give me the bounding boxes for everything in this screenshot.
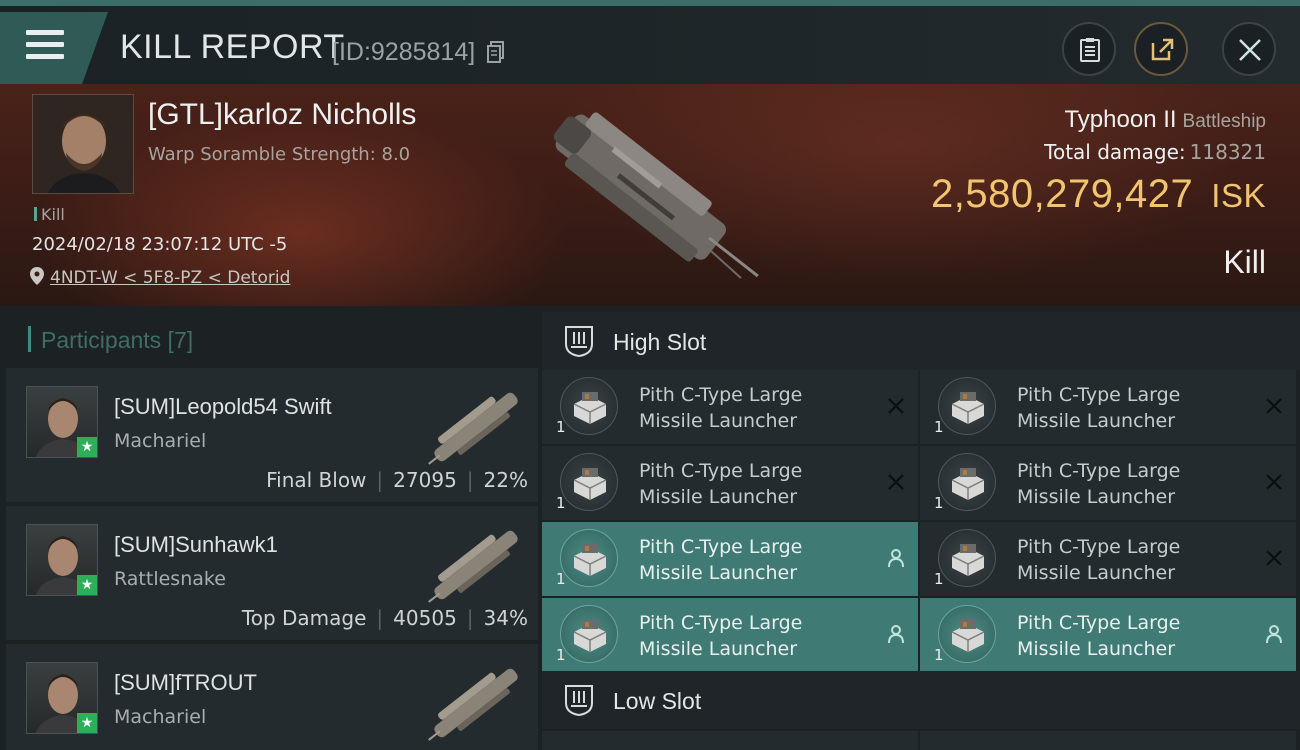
victim-avatar[interactable]	[32, 94, 134, 194]
participant-card[interactable]: ★ [SUM]fTROUT Machariel	[6, 644, 538, 750]
low-slot-module-partial[interactable]	[920, 731, 1296, 750]
high-slot-module[interactable]: 1 Pith C-Type Large Missile Launcher	[542, 446, 918, 520]
module-name: Pith C-Type Large Missile Launcher	[1017, 460, 1181, 508]
copy-icon[interactable]	[486, 40, 506, 64]
person-icon	[888, 625, 904, 644]
participant-ship-image	[416, 648, 536, 750]
missile-launcher-icon	[560, 529, 618, 587]
destroyed-x-icon	[888, 398, 904, 414]
victim-ship-name[interactable]: Typhoon II Battleship	[1064, 106, 1266, 134]
high-slot-module[interactable]: 1 Pith C-Type Large Missile Launcher	[542, 598, 918, 672]
participants-title: Participants [7]	[28, 326, 193, 354]
participant-stats: Top Damage | 40505 | 34%	[241, 606, 528, 630]
participant-ship-image	[428, 668, 518, 741]
missile-launcher-icon	[560, 605, 618, 663]
participant-ship-image	[428, 392, 518, 465]
participant-ship: Rattlesnake	[114, 568, 226, 590]
high-slot-title: High Slot	[613, 329, 707, 355]
module-name: Pith C-Type Large Missile Launcher	[1017, 612, 1181, 660]
location-pin-icon	[30, 267, 44, 285]
participant-name[interactable]: [SUM]fTROUT	[114, 670, 257, 696]
isk-value: 2,580,279,427 ISK	[930, 172, 1266, 216]
missile-launcher-icon	[560, 453, 618, 511]
high-slot-module[interactable]: 1 Pith C-Type Large Missile Launcher	[920, 446, 1296, 520]
high-slot-module[interactable]: 1 Pith C-Type Large Missile Launcher	[920, 522, 1296, 596]
participant-avatar[interactable]: ★	[26, 662, 98, 734]
high-slot-module[interactable]: 1 Pith C-Type Large Missile Launcher	[542, 522, 918, 596]
share-button[interactable]	[1134, 22, 1188, 76]
participant-ship-image	[428, 530, 518, 603]
star-icon: ★	[77, 575, 97, 595]
high-slot-header: High Slot	[542, 312, 1300, 370]
location-link[interactable]: 4NDT-W < 5F8-PZ < Detorid	[30, 267, 290, 288]
high-slot-icon	[565, 326, 593, 358]
module-quantity: 1	[934, 646, 944, 664]
module-quantity: 1	[934, 494, 944, 512]
missile-launcher-icon	[938, 377, 996, 435]
participant-ship: Machariel	[114, 430, 207, 452]
missile-launcher-icon	[938, 605, 996, 663]
kill-timestamp: 2024/02/18 23:07:12 UTC -5	[32, 234, 288, 255]
high-slot-module[interactable]: 1 Pith C-Type Large Missile Launcher	[920, 370, 1296, 444]
share-icon	[1151, 38, 1174, 61]
module-quantity: 1	[556, 418, 566, 436]
kill-tag: Kill	[34, 205, 65, 224]
missile-launcher-icon	[938, 529, 996, 587]
module-name: Pith C-Type Large Missile Launcher	[1017, 536, 1181, 584]
module-name: Pith C-Type Large Missile Launcher	[639, 460, 803, 508]
fitting-slots-panel: High Slot 1 Pith C-Type Large Missile La…	[542, 308, 1300, 750]
missile-launcher-icon	[938, 453, 996, 511]
kill-result: Kill	[1223, 244, 1266, 280]
missile-launcher-icon	[560, 377, 618, 435]
participant-name[interactable]: [SUM]Sunhawk1	[114, 532, 278, 558]
destroyed-x-icon	[1266, 398, 1282, 414]
participant-name[interactable]: [SUM]Leopold54 Swift	[114, 394, 332, 420]
participant-avatar[interactable]: ★	[26, 386, 98, 458]
victim-name[interactable]: [GTL]karloz Nicholls	[148, 98, 416, 132]
victim-banner: [GTL]karloz Nicholls Warp Soramble Stren…	[0, 84, 1300, 308]
hamburger-menu-icon[interactable]	[26, 30, 64, 60]
person-icon	[1266, 625, 1282, 644]
module-name: Pith C-Type Large Missile Launcher	[1017, 384, 1181, 432]
kill-report-header: KILL REPORT [ID:9285814]	[0, 0, 1300, 84]
page-title: KILL REPORT	[120, 28, 345, 66]
participant-card[interactable]: ★ [SUM]Sunhawk1 Rattlesnake Top Damage | 4…	[6, 506, 538, 640]
destroyed-x-icon	[888, 474, 904, 490]
star-icon: ★	[77, 437, 97, 457]
module-name: Pith C-Type Large Missile Launcher	[639, 536, 803, 584]
high-slot-module[interactable]: 1 Pith C-Type Large Missile Launcher	[920, 598, 1296, 672]
total-damage: Total damage: 118321	[1044, 140, 1266, 164]
close-icon	[1239, 39, 1261, 61]
destroyed-x-icon	[1266, 550, 1282, 566]
destroyed-x-icon	[1266, 474, 1282, 490]
person-icon	[888, 549, 904, 568]
participant-avatar[interactable]: ★	[26, 524, 98, 596]
clipboard-icon	[1080, 38, 1100, 62]
high-slot-module[interactable]: 1 Pith C-Type Large Missile Launcher	[542, 370, 918, 444]
close-button[interactable]	[1222, 22, 1276, 76]
module-quantity: 1	[934, 570, 944, 588]
low-slot-module-partial[interactable]	[542, 731, 918, 750]
victim-ship-image[interactable]	[500, 98, 790, 298]
module-quantity: 1	[556, 494, 566, 512]
low-slot-icon	[565, 685, 593, 717]
module-name: Pith C-Type Large Missile Launcher	[639, 612, 803, 660]
low-slot-title: Low Slot	[613, 688, 702, 714]
participants-panel: Participants [7] ★ [SUM]Leopold54 Swift …	[0, 308, 540, 750]
module-quantity: 1	[934, 418, 944, 436]
low-slot-header: Low Slot	[542, 671, 1300, 729]
participant-stats: Final Blow | 27095 | 22%	[266, 468, 528, 492]
kill-id: [ID:9285814]	[332, 38, 476, 66]
module-quantity: 1	[556, 646, 566, 664]
participant-ship: Machariel	[114, 706, 207, 728]
star-icon: ★	[77, 713, 97, 733]
warp-scramble-strength: Warp Soramble Strength: 8.0	[148, 144, 411, 165]
participant-card[interactable]: ★ [SUM]Leopold54 Swift Machariel Final B…	[6, 368, 538, 502]
module-quantity: 1	[556, 570, 566, 588]
clipboard-button[interactable]	[1062, 22, 1116, 76]
module-name: Pith C-Type Large Missile Launcher	[639, 384, 803, 432]
